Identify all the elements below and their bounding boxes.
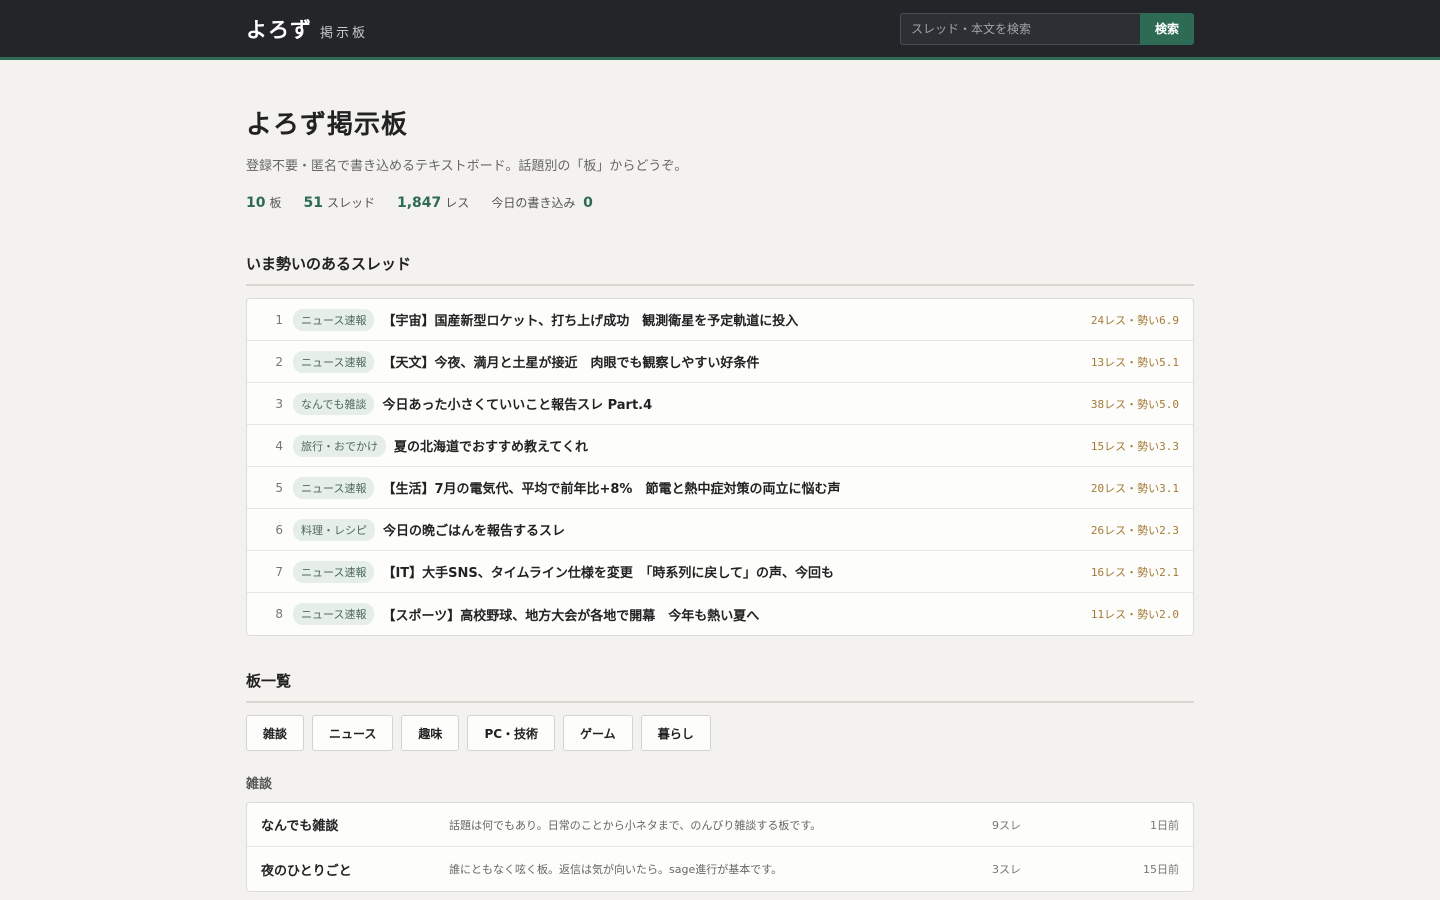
thread-rank: 1 bbox=[275, 312, 283, 327]
thread-rank: 6 bbox=[275, 522, 283, 537]
thread-rank: 5 bbox=[275, 480, 283, 495]
board-description: 話題は何でもあり。日常のことから小ネタまで、のんびり雑談する板です。 bbox=[449, 818, 822, 832]
stat-label: 今日の書き込み bbox=[491, 196, 576, 210]
board-last-updated: 1日前 bbox=[1150, 818, 1179, 832]
thread-rank: 8 bbox=[275, 607, 283, 621]
board-description: 誰にともなく呟く板。返信は気が向いたら。sage進行が基本です。 bbox=[449, 863, 783, 876]
page-title: よろず掲示板 bbox=[246, 110, 409, 140]
board-tag[interactable]: ニュース速報 bbox=[293, 603, 375, 625]
thread-row[interactable]: 3 なんでも雑談 今日あった小さくていいこと報告スレ Part.4 38レス・勢… bbox=[247, 383, 1193, 425]
thread-meta: 24レス・勢い6.9 bbox=[1090, 313, 1179, 327]
thread-meta: 16レス・勢い2.1 bbox=[1090, 565, 1179, 579]
stat-label: 板 bbox=[269, 196, 282, 210]
board-list-heading: 板一覧 bbox=[246, 670, 1194, 703]
hero-section: よろず掲示板 登録不要・匿名で書き込めるテキストボード。話題別の「板」からどうぞ… bbox=[246, 60, 1194, 211]
board-tag[interactable]: ニュース速報 bbox=[293, 560, 375, 583]
board-category-tabs: 雑談 ニュース 趣味 PC・技術 ゲーム 暮らし bbox=[246, 715, 1194, 751]
stat-today-posts: 今日の書き込み 0 bbox=[491, 194, 597, 211]
stat-value: 1,847 bbox=[397, 195, 442, 211]
tab-game[interactable]: ゲーム bbox=[563, 715, 633, 751]
thread-row[interactable]: 2 ニュース速報 【天文】今夜、満月と土星が接近 肉眼でも観察しやすい好条件 1… bbox=[247, 341, 1193, 383]
thread-meta: 20レス・勢い3.1 bbox=[1090, 481, 1179, 495]
thread-title-link[interactable]: 今日の晩ごはんを報告するスレ bbox=[383, 520, 1091, 539]
site-description: 登録不要・匿名で書き込めるテキストボード。話題別の「板」からどうぞ。 bbox=[246, 159, 688, 174]
tab-pc-tech[interactable]: PC・技術 bbox=[467, 715, 556, 751]
stat-value: 10 bbox=[246, 195, 266, 211]
thread-row[interactable]: 7 ニュース速報 【IT】大手SNS、タイムライン仕様を変更 「時系列に戻して」… bbox=[247, 551, 1193, 593]
search-form: 検索 bbox=[900, 12, 1194, 45]
thread-title-link[interactable]: 【生活】7月の電気代、平均で前年比+8% 節電と熱中症対策の両立に悩む声 bbox=[382, 478, 1090, 497]
board-row[interactable]: なんでも雑談 話題は何でもあり。日常のことから小ネタまで、のんびり雑談する板です… bbox=[247, 803, 1193, 847]
thread-meta: 26レス・勢い2.3 bbox=[1090, 523, 1179, 537]
board-list: なんでも雑談 話題は何でもあり。日常のことから小ネタまで、のんびり雑談する板です… bbox=[246, 802, 1194, 892]
thread-title-link[interactable]: 今日あった小さくていいこと報告スレ Part.4 bbox=[382, 394, 1090, 413]
thread-meta: 13レス・勢い5.1 bbox=[1090, 355, 1179, 369]
stat-boards: 10 板 bbox=[246, 194, 282, 211]
thread-rank: 3 bbox=[275, 396, 283, 411]
hot-threads-heading: いま勢いのあるスレッド bbox=[246, 253, 1194, 286]
top-bar-inner: よろず 掲示板 検索 bbox=[246, 0, 1194, 57]
thread-title-link[interactable]: 夏の北海道でおすすめ教えてくれ bbox=[394, 436, 1091, 455]
stat-replies: 1,847 レス bbox=[397, 194, 469, 211]
thread-meta: 11レス・勢い2.0 bbox=[1090, 608, 1179, 621]
brand-sub: 掲示板 bbox=[320, 25, 369, 41]
hot-thread-list: 1 ニュース速報 【宇宙】国産新型ロケット、打ち上げ成功 観測衛星を予定軌道に投… bbox=[246, 298, 1194, 636]
thread-row[interactable]: 4 旅行・おでかけ 夏の北海道でおすすめ教えてくれ 15レス・勢い3.3 bbox=[247, 425, 1193, 467]
stat-threads: 51 スレッド bbox=[304, 194, 376, 211]
thread-rank: 7 bbox=[275, 564, 283, 579]
tab-news[interactable]: ニュース bbox=[312, 715, 394, 751]
tab-life[interactable]: 暮らし bbox=[640, 715, 711, 751]
thread-rank: 4 bbox=[275, 438, 283, 453]
thread-meta: 38レス・勢い5.0 bbox=[1090, 397, 1179, 411]
brand-name: よろず bbox=[246, 17, 312, 42]
board-tag[interactable]: ニュース速報 bbox=[293, 350, 375, 373]
thread-row[interactable]: 8 ニュース速報 【スポーツ】高校野球、地方大会が各地で開幕 今年も熱い夏へ 1… bbox=[247, 593, 1193, 635]
tab-chat[interactable]: 雑談 bbox=[246, 715, 305, 751]
site-logo[interactable]: よろず 掲示板 bbox=[246, 14, 368, 44]
thread-row[interactable]: 6 料理・レシピ 今日の晩ごはんを報告するスレ 26レス・勢い2.3 bbox=[247, 509, 1193, 551]
stat-value: 51 bbox=[303, 195, 323, 211]
tab-hobby[interactable]: 趣味 bbox=[401, 715, 460, 751]
thread-row[interactable]: 1 ニュース速報 【宇宙】国産新型ロケット、打ち上げ成功 観測衛星を予定軌道に投… bbox=[247, 299, 1193, 341]
board-tag[interactable]: 料理・レシピ bbox=[293, 518, 375, 541]
category-label: 雑談 bbox=[246, 777, 273, 792]
thread-row[interactable]: 5 ニュース速報 【生活】7月の電気代、平均で前年比+8% 節電と熱中症対策の両… bbox=[247, 467, 1193, 509]
thread-title-link[interactable]: 【スポーツ】高校野球、地方大会が各地で開幕 今年も熱い夏へ bbox=[382, 605, 1090, 624]
search-input[interactable] bbox=[900, 12, 1140, 45]
site-stats: 10 板 51 スレッド 1,847 レス 今日の書き込み 0 bbox=[246, 194, 1194, 211]
stat-label: スレッド bbox=[326, 196, 375, 210]
thread-rank: 2 bbox=[275, 354, 283, 369]
board-thread-count: 9スレ bbox=[992, 818, 1021, 832]
board-tag[interactable]: なんでも雑談 bbox=[293, 392, 375, 415]
board-name-link[interactable]: 夜のひとりごと bbox=[261, 860, 449, 879]
board-tag[interactable]: ニュース速報 bbox=[293, 476, 375, 499]
board-tag[interactable]: ニュース速報 bbox=[293, 308, 375, 331]
board-row[interactable]: 夜のひとりごと 誰にともなく呟く板。返信は気が向いたら。sage進行が基本です。… bbox=[247, 847, 1193, 891]
stat-label: レス bbox=[445, 196, 470, 210]
main-content: よろず掲示板 登録不要・匿名で書き込めるテキストボード。話題別の「板」からどうぞ… bbox=[246, 60, 1194, 892]
board-last-updated: 15日前 bbox=[1143, 863, 1179, 876]
board-name-link[interactable]: なんでも雑談 bbox=[261, 815, 449, 834]
stat-value: 0 bbox=[583, 195, 593, 211]
board-tag[interactable]: 旅行・おでかけ bbox=[293, 434, 386, 457]
thread-title-link[interactable]: 【IT】大手SNS、タイムライン仕様を変更 「時系列に戻して」の声、今回も bbox=[382, 562, 1090, 581]
search-button[interactable]: 検索 bbox=[1140, 12, 1194, 45]
board-thread-count: 3スレ bbox=[992, 863, 1021, 876]
thread-title-link[interactable]: 【宇宙】国産新型ロケット、打ち上げ成功 観測衛星を予定軌道に投入 bbox=[382, 310, 1090, 329]
thread-meta: 15レス・勢い3.3 bbox=[1090, 439, 1179, 453]
thread-title-link[interactable]: 【天文】今夜、満月と土星が接近 肉眼でも観察しやすい好条件 bbox=[382, 352, 1090, 371]
top-bar: よろず 掲示板 検索 bbox=[0, 0, 1440, 60]
